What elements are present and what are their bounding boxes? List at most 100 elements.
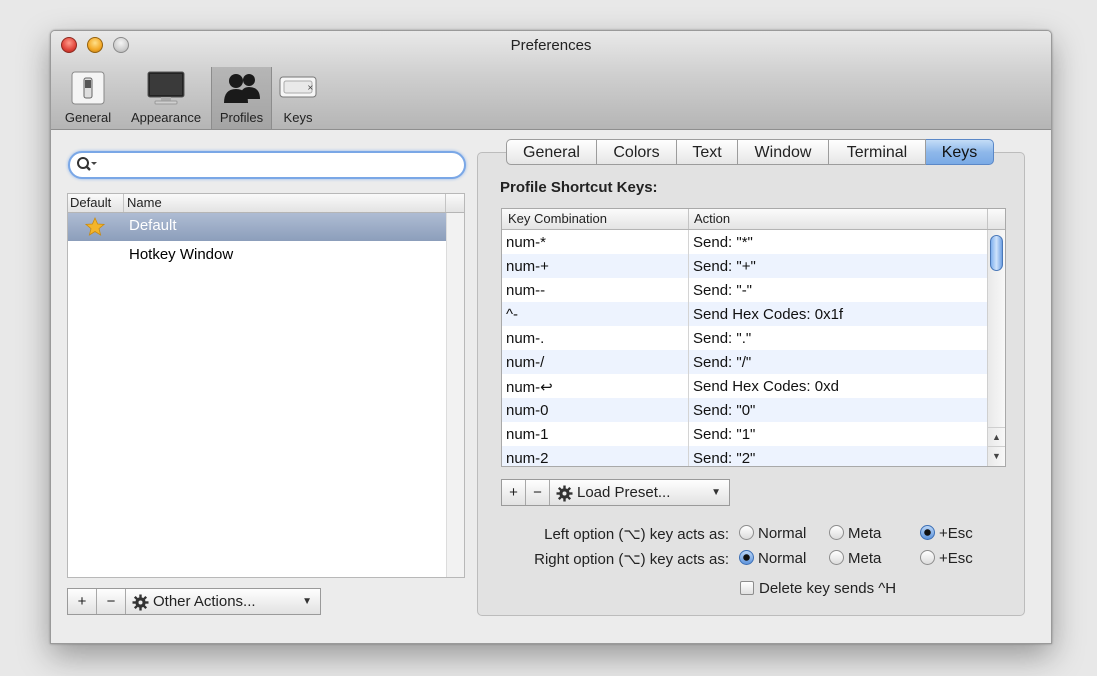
- profile-list[interactable]: Default Name Default Hotkey Window: [67, 193, 465, 578]
- radio-button[interactable]: [829, 550, 844, 565]
- toolbar-keys[interactable]: × Keys: [275, 67, 321, 129]
- column-header-default[interactable]: Default: [70, 195, 111, 210]
- column-divider: [688, 302, 689, 326]
- column-divider: [688, 422, 689, 446]
- titlebar: Preferences General Appearance Profiles …: [51, 31, 1051, 130]
- load-preset-button[interactable]: Load Preset... ▼: [550, 480, 729, 505]
- gear-icon: [132, 594, 149, 611]
- profile-row-default[interactable]: Default: [68, 213, 446, 241]
- table-row[interactable]: num-2 Send: "2": [502, 446, 988, 467]
- checkbox-box[interactable]: [740, 581, 754, 595]
- key-combination-cell: num-0: [506, 402, 549, 419]
- profile-list-scrollbar[interactable]: [446, 213, 464, 577]
- profile-shortcut-keys-title: Profile Shortcut Keys:: [500, 179, 658, 196]
- scroll-up-arrow-icon[interactable]: ▲: [988, 427, 1005, 446]
- column-divider: [987, 209, 988, 229]
- tab-window[interactable]: Window: [738, 139, 829, 165]
- key-mapping-actions-bar: + − Load Preset... ▼: [501, 479, 730, 506]
- shortcut-keys-table[interactable]: Key Combination Action num-* Send: "*" num…: [501, 208, 1006, 467]
- action-cell: Send Hex Codes: 0x1f: [693, 306, 844, 323]
- key-combination-cell: num-2: [506, 450, 549, 467]
- radio-button[interactable]: [920, 525, 935, 540]
- remove-profile-button[interactable]: −: [97, 589, 126, 614]
- table-row[interactable]: num-. Send: ".": [502, 326, 988, 350]
- profile-name: Hotkey Window: [129, 246, 234, 263]
- column-divider: [445, 194, 446, 212]
- left-option-esc-radio[interactable]: +Esc: [920, 525, 973, 542]
- toolbar-general-label: General: [64, 110, 112, 125]
- profile-search-field[interactable]: [68, 151, 466, 179]
- add-key-mapping-button[interactable]: +: [502, 480, 526, 505]
- star-icon[interactable]: [85, 217, 105, 237]
- key-combination-cell: ^-: [506, 306, 519, 323]
- left-option-label: Left option (⌥) key acts as:: [544, 526, 729, 543]
- table-row[interactable]: ^- Send Hex Codes: 0x1f: [502, 302, 988, 326]
- other-actions-button[interactable]: Other Actions... ▼: [126, 589, 320, 614]
- toolbar-appearance[interactable]: Appearance: [123, 67, 209, 129]
- toolbar-profiles[interactable]: Profiles: [211, 67, 272, 129]
- radio-label: Meta: [848, 550, 882, 567]
- action-cell: Send: "/": [693, 354, 752, 371]
- action-cell: Send: "-": [693, 282, 753, 299]
- radio-button[interactable]: [920, 550, 935, 565]
- column-divider: [688, 350, 689, 374]
- column-divider: [123, 194, 124, 212]
- scrollbar-thumb[interactable]: [990, 235, 1003, 271]
- gear-icon: [556, 485, 573, 502]
- profile-search-input[interactable]: [100, 155, 454, 177]
- toolbar-general[interactable]: General: [59, 67, 117, 129]
- chevron-down-icon: ▼: [302, 596, 312, 607]
- radio-label: +Esc: [939, 550, 973, 567]
- column-divider: [688, 374, 689, 398]
- right-option-label: Right option (⌥) key acts as:: [534, 551, 729, 568]
- table-row[interactable]: num-/ Send: "/": [502, 350, 988, 374]
- search-icon: [77, 157, 97, 171]
- users-icon: [223, 74, 260, 103]
- action-cell: Send: "1": [693, 426, 756, 443]
- profile-row-hotkey-window[interactable]: Hotkey Window: [68, 242, 446, 270]
- tab-text[interactable]: Text: [677, 139, 738, 165]
- right-option-normal-radio[interactable]: Normal: [739, 550, 806, 567]
- table-row[interactable]: num-↩ Send Hex Codes: 0xd: [502, 374, 988, 398]
- other-actions-label: Other Actions...: [153, 593, 256, 610]
- scroll-down-arrow-icon[interactable]: ▼: [988, 446, 1005, 465]
- delete-key-sends-ctrl-h-checkbox[interactable]: Delete key sends ^H: [740, 580, 896, 597]
- table-row[interactable]: num-- Send: "-": [502, 278, 988, 302]
- preferences-window: Preferences General Appearance Profiles …: [50, 30, 1052, 644]
- tab-terminal[interactable]: Terminal: [829, 139, 926, 165]
- column-header-action[interactable]: Action: [694, 211, 730, 226]
- key-combination-cell: num-/: [506, 354, 545, 371]
- radio-button[interactable]: [739, 525, 754, 540]
- remove-key-mapping-button[interactable]: −: [526, 480, 550, 505]
- table-row[interactable]: num-0 Send: "0": [502, 398, 988, 422]
- column-divider: [688, 326, 689, 350]
- left-option-meta-radio[interactable]: Meta: [829, 525, 881, 542]
- left-option-normal-radio[interactable]: Normal: [739, 525, 806, 542]
- tab-colors[interactable]: Colors: [597, 139, 677, 165]
- column-divider: [688, 278, 689, 302]
- radio-button[interactable]: [739, 550, 754, 565]
- profile-actions-bar: + − Other Actions... ▼: [67, 588, 321, 615]
- right-option-meta-radio[interactable]: Meta: [829, 550, 881, 567]
- table-row[interactable]: num-1 Send: "1": [502, 422, 988, 446]
- column-header-name[interactable]: Name: [127, 195, 162, 210]
- svg-text:×: ×: [307, 83, 314, 92]
- radio-button[interactable]: [829, 525, 844, 540]
- action-cell: Send: "*": [693, 234, 753, 251]
- table-row[interactable]: num-* Send: "*": [502, 230, 988, 254]
- right-option-esc-radio[interactable]: +Esc: [920, 550, 973, 567]
- radio-label: +Esc: [939, 525, 973, 542]
- key-combination-cell: num-*: [506, 234, 547, 251]
- radio-label: Normal: [758, 550, 807, 567]
- add-profile-button[interactable]: +: [68, 589, 97, 614]
- shortcut-keys-scrollbar[interactable]: ▲ ▼: [987, 230, 1005, 466]
- monitor-icon: [147, 71, 185, 105]
- toolbar-appearance-label: Appearance: [130, 110, 202, 125]
- tab-keys[interactable]: Keys: [926, 139, 994, 165]
- table-row[interactable]: num-+ Send: "+": [502, 254, 988, 278]
- column-header-key-combination[interactable]: Key Combination: [508, 211, 607, 226]
- tab-general[interactable]: General: [506, 139, 597, 165]
- key-combination-cell: num-.: [506, 330, 545, 347]
- checkbox-label: Delete key sends ^H: [759, 580, 897, 597]
- column-divider: [688, 209, 689, 229]
